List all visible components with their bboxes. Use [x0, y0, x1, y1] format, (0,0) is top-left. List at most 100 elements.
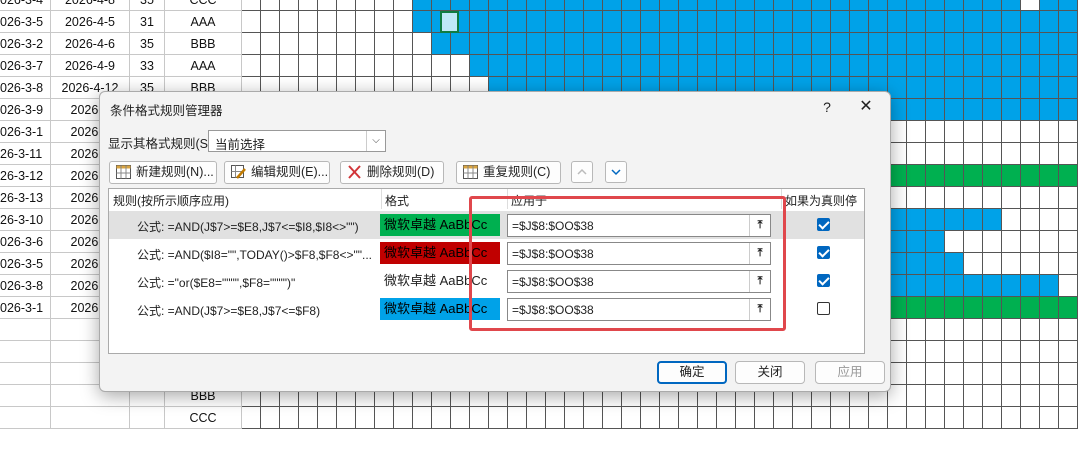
gantt-cell[interactable] — [1002, 77, 1021, 99]
gantt-cell[interactable] — [1021, 231, 1040, 253]
gantt-cell[interactable] — [812, 407, 831, 429]
gantt-cell[interactable] — [945, 121, 964, 143]
gantt-cell[interactable] — [299, 55, 318, 77]
sheet-cell[interactable] — [0, 407, 51, 429]
gantt-cell[interactable] — [945, 341, 964, 363]
gantt-cell[interactable] — [1021, 407, 1040, 429]
gantt-cell[interactable] — [907, 187, 926, 209]
gantt-cell[interactable] — [280, 33, 299, 55]
gantt-cell[interactable] — [964, 319, 983, 341]
gantt-cell[interactable] — [1059, 121, 1078, 143]
gantt-cell[interactable] — [280, 11, 299, 33]
gantt-cell[interactable] — [945, 55, 964, 77]
gantt-cell[interactable] — [679, 407, 698, 429]
stop-if-true-checkbox[interactable] — [817, 274, 830, 287]
gantt-cell[interactable] — [945, 275, 964, 297]
gantt-cell[interactable] — [926, 11, 945, 33]
gantt-cell[interactable] — [717, 0, 736, 11]
sheet-cell[interactable]: 26-3-10 — [0, 209, 51, 231]
gantt-cell[interactable] — [242, 55, 261, 77]
gantt-cell[interactable] — [888, 11, 907, 33]
gantt-cell[interactable] — [1002, 165, 1021, 187]
sheet-cell[interactable]: 2026-4-9 — [51, 55, 130, 77]
gantt-cell[interactable] — [983, 99, 1002, 121]
gantt-cell[interactable] — [907, 407, 926, 429]
gantt-cell[interactable] — [907, 33, 926, 55]
gantt-cell[interactable] — [926, 187, 945, 209]
gantt-cell[interactable] — [793, 33, 812, 55]
applies-to-field[interactable]: =$J$8:$OO$38 ⤒ — [507, 214, 771, 237]
gantt-cell[interactable] — [565, 0, 584, 11]
gantt-cell[interactable] — [565, 55, 584, 77]
dialog-titlebar[interactable]: 条件格式规则管理器 ? ✕ — [100, 92, 890, 122]
gantt-cell[interactable] — [812, 11, 831, 33]
sheet-cell[interactable]: 026-3-2 — [0, 33, 51, 55]
gantt-cell[interactable] — [1040, 121, 1059, 143]
rule-row-1[interactable]: 公式: =AND(J$7>=$E8,J$7<=$I8,$I8<>"") 微软卓越… — [109, 211, 864, 239]
gantt-cell[interactable] — [1021, 121, 1040, 143]
gantt-cell[interactable] — [831, 33, 850, 55]
gantt-cell[interactable] — [926, 0, 945, 11]
gantt-cell[interactable] — [907, 231, 926, 253]
gantt-cell[interactable] — [1040, 407, 1059, 429]
gantt-cell[interactable] — [1059, 341, 1078, 363]
gantt-cell[interactable] — [546, 0, 565, 11]
gantt-cell[interactable] — [945, 231, 964, 253]
move-up-button[interactable] — [571, 161, 593, 183]
show-rules-select[interactable]: 当前选择 ⌵ — [208, 130, 386, 152]
gantt-cell[interactable] — [983, 33, 1002, 55]
gantt-cell[interactable] — [489, 0, 508, 11]
gantt-cell[interactable] — [1059, 33, 1078, 55]
range-select-icon[interactable]: ⤒ — [749, 299, 770, 320]
gantt-cell[interactable] — [280, 0, 299, 11]
gantt-cell[interactable] — [717, 11, 736, 33]
gantt-cell[interactable] — [299, 11, 318, 33]
gantt-cell[interactable] — [1040, 363, 1059, 385]
gantt-cell[interactable] — [337, 0, 356, 11]
sheet-cell[interactable]: AAA — [165, 55, 242, 77]
gantt-cell[interactable] — [1059, 77, 1078, 99]
gantt-cell[interactable] — [983, 231, 1002, 253]
gantt-cell[interactable] — [679, 0, 698, 11]
gantt-cell[interactable] — [622, 33, 641, 55]
gantt-cell[interactable] — [869, 0, 888, 11]
sheet-cell[interactable]: 35 — [130, 33, 165, 55]
gantt-cell[interactable] — [1040, 11, 1059, 33]
gantt-cell[interactable] — [1002, 33, 1021, 55]
gantt-cell[interactable] — [869, 33, 888, 55]
gantt-cell[interactable] — [983, 165, 1002, 187]
gantt-cell[interactable] — [736, 11, 755, 33]
gantt-cell[interactable] — [261, 33, 280, 55]
gantt-cell[interactable] — [907, 341, 926, 363]
rule-row-2[interactable]: 公式: =AND($I8="",TODAY()>$F8,$F8<>""... 微… — [109, 239, 864, 267]
gantt-cell[interactable] — [1059, 407, 1078, 429]
gantt-cell[interactable] — [603, 407, 622, 429]
gantt-cell[interactable] — [831, 55, 850, 77]
gantt-cell[interactable] — [983, 121, 1002, 143]
gantt-cell[interactable] — [1040, 77, 1059, 99]
gantt-cell[interactable] — [337, 11, 356, 33]
sheet-cell[interactable]: 2026-4-8 — [51, 0, 130, 11]
gantt-cell[interactable] — [945, 165, 964, 187]
gantt-cell[interactable] — [869, 11, 888, 33]
gantt-cell[interactable] — [926, 407, 945, 429]
gantt-cell[interactable] — [945, 319, 964, 341]
gantt-cell[interactable] — [1059, 165, 1078, 187]
gantt-cell[interactable] — [964, 121, 983, 143]
edit-rule-button[interactable]: 编辑规则(E)... — [224, 161, 330, 184]
gantt-cell[interactable] — [489, 33, 508, 55]
gantt-cell[interactable] — [546, 11, 565, 33]
gantt-cell[interactable] — [1002, 275, 1021, 297]
gantt-cell[interactable] — [660, 55, 679, 77]
gantt-cell[interactable] — [926, 121, 945, 143]
gantt-cell[interactable] — [793, 55, 812, 77]
gantt-cell[interactable] — [964, 341, 983, 363]
gantt-cell[interactable] — [242, 33, 261, 55]
gantt-cell[interactable] — [375, 55, 394, 77]
gantt-cell[interactable] — [926, 55, 945, 77]
gantt-cell[interactable] — [964, 11, 983, 33]
gantt-cell[interactable] — [584, 11, 603, 33]
gantt-cell[interactable] — [983, 275, 1002, 297]
gantt-cell[interactable] — [888, 385, 907, 407]
range-select-icon[interactable]: ⤒ — [749, 215, 770, 236]
